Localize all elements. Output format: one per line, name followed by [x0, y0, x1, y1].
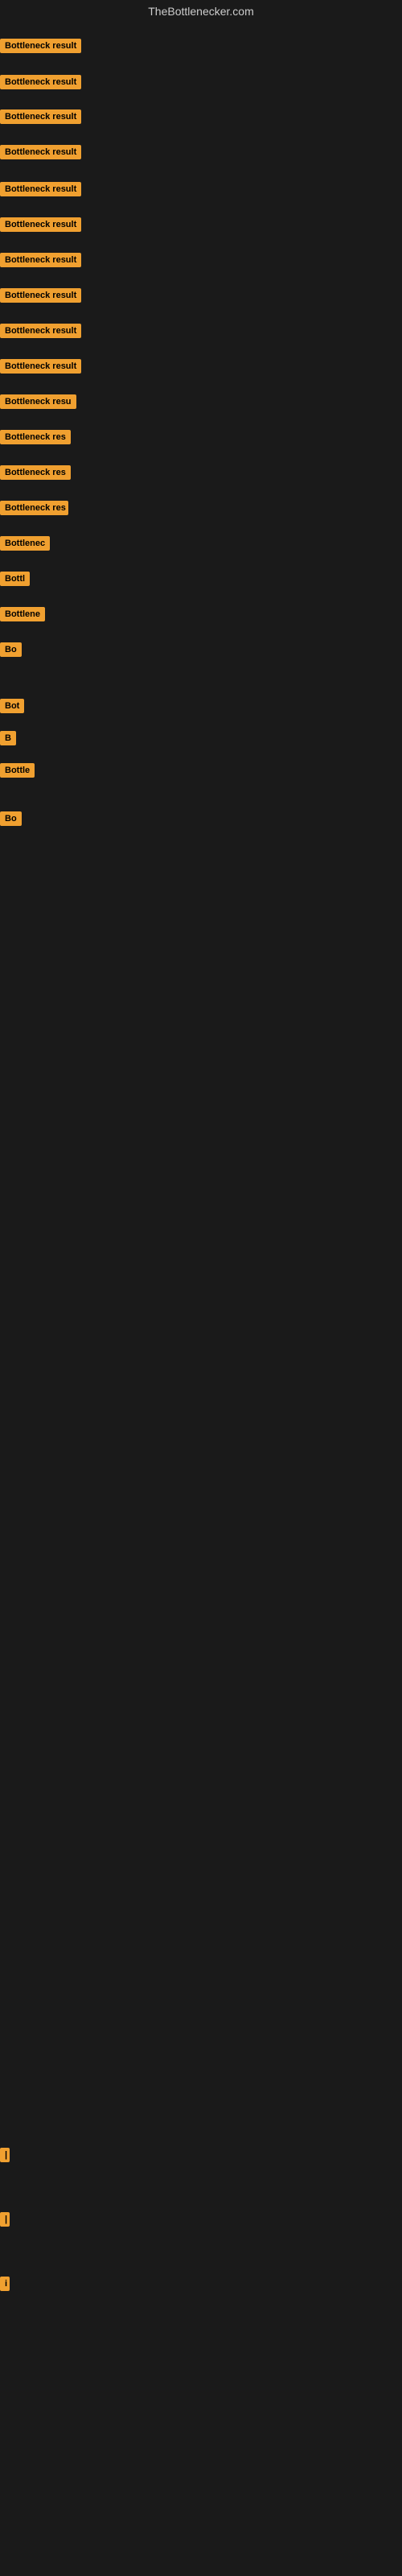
badge-7[interactable]: Bottleneck result: [0, 253, 81, 271]
badge-1-label: Bottleneck result: [0, 39, 81, 53]
badge-21[interactable]: Bottle: [0, 763, 35, 782]
badge-12[interactable]: Bottleneck res: [0, 430, 71, 448]
badge-18[interactable]: Bo: [0, 642, 22, 661]
badge-23[interactable]: |: [0, 2148, 10, 2166]
badge-25-label: i: [0, 2277, 10, 2291]
badge-13-label: Bottleneck res: [0, 465, 71, 480]
badge-23-label: |: [0, 2148, 10, 2162]
badge-8-label: Bottleneck result: [0, 288, 81, 303]
badge-11[interactable]: Bottleneck resu: [0, 394, 76, 413]
site-title: TheBottlenecker.com: [0, 0, 402, 23]
badge-22-label: Bo: [0, 811, 22, 826]
badge-9-label: Bottleneck result: [0, 324, 81, 338]
badge-16[interactable]: Bottl: [0, 572, 30, 590]
badge-3[interactable]: Bottleneck result: [0, 109, 81, 128]
badge-2[interactable]: Bottleneck result: [0, 75, 81, 93]
badge-3-label: Bottleneck result: [0, 109, 81, 124]
badge-9[interactable]: Bottleneck result: [0, 324, 81, 342]
badge-22[interactable]: Bo: [0, 811, 22, 830]
badge-12-label: Bottleneck res: [0, 430, 71, 444]
badge-1[interactable]: Bottleneck result: [0, 39, 81, 57]
badge-24[interactable]: |: [0, 2212, 10, 2231]
badge-17-label: Bottlene: [0, 607, 45, 621]
badge-21-label: Bottle: [0, 763, 35, 778]
badge-8[interactable]: Bottleneck result: [0, 288, 81, 307]
badge-20[interactable]: B: [0, 731, 16, 749]
badge-15-label: Bottlenec: [0, 536, 50, 551]
badge-20-label: B: [0, 731, 16, 745]
badge-6-label: Bottleneck result: [0, 217, 81, 232]
badge-4-label: Bottleneck result: [0, 145, 81, 159]
badge-24-label: |: [0, 2212, 10, 2227]
badge-6[interactable]: Bottleneck result: [0, 217, 81, 236]
badge-19-label: Bot: [0, 699, 24, 713]
badge-19[interactable]: Bot: [0, 699, 24, 717]
badge-17[interactable]: Bottlene: [0, 607, 45, 625]
badge-5[interactable]: Bottleneck result: [0, 182, 81, 200]
badge-13[interactable]: Bottleneck res: [0, 465, 71, 484]
badge-7-label: Bottleneck result: [0, 253, 81, 267]
badge-16-label: Bottl: [0, 572, 30, 586]
badge-10-label: Bottleneck result: [0, 359, 81, 374]
badge-15[interactable]: Bottlenec: [0, 536, 50, 555]
badge-4[interactable]: Bottleneck result: [0, 145, 81, 163]
badge-18-label: Bo: [0, 642, 22, 657]
badge-25[interactable]: i: [0, 2277, 8, 2295]
badge-11-label: Bottleneck resu: [0, 394, 76, 409]
badge-5-label: Bottleneck result: [0, 182, 81, 196]
badge-10[interactable]: Bottleneck result: [0, 359, 81, 378]
badge-2-label: Bottleneck result: [0, 75, 81, 89]
badge-14[interactable]: Bottleneck res: [0, 501, 68, 519]
badge-14-label: Bottleneck res: [0, 501, 68, 515]
